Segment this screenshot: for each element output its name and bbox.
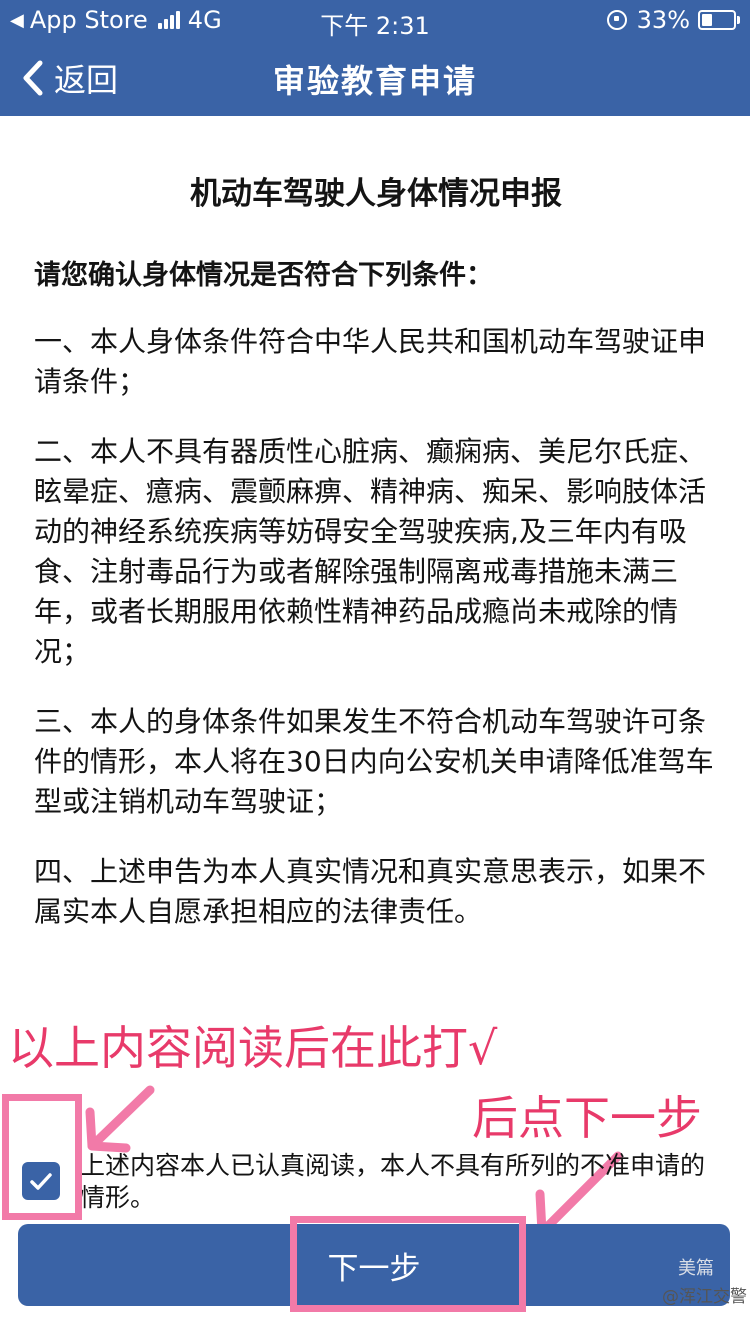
status-left[interactable]: ◀ App Store 4G <box>10 6 222 34</box>
clause-1: 一、本人身体条件符合中华人民共和国机动车驾驶证申请条件； <box>34 325 707 398</box>
next-hint-annotation: 后点下一步 <box>472 1091 702 1145</box>
clause-2: 二、本人不具有器质性心脏病、癫痫病、美尼尔氏症、眩晕症、癔病、震颤麻痹、精神病、… <box>34 435 707 668</box>
battery-percent: 33% <box>636 6 690 34</box>
nav-bar: 返回 审验教育申请 <box>0 40 750 116</box>
agreement-text[interactable]: 上述内容本人已认真阅读，本人不具有所列的不准申请的情形。 <box>80 1150 720 1214</box>
clause-3: 三、本人的身体条件如果发生不符合机动车驾驶许可条件的情形，本人将在30日内向公安… <box>34 705 714 818</box>
back-button[interactable]: 返回 <box>22 54 118 102</box>
back-to-app-label: App Store <box>29 6 148 34</box>
status-right: 33% <box>606 6 740 34</box>
network-type: 4G <box>187 6 222 34</box>
watermark-brand: 美篇 <box>678 1258 714 1279</box>
next-button-highlight-box <box>290 1216 526 1312</box>
top-bar: ◀ App Store 4G 下午 2:31 33% 返回 审验教育申请 <box>0 0 750 116</box>
document-intro: 请您确认身体情况是否符合下列条件： <box>34 260 493 291</box>
chevron-left-icon <box>23 60 43 96</box>
orientation-lock-icon <box>606 10 627 30</box>
agreement-row: 上述内容本人已认真阅读，本人不具有所列的不准申请的情形。 <box>18 1150 718 1220</box>
battery-icon <box>698 10 740 30</box>
clause-4: 四、上述申告为本人真实情况和真实意思表示，如果不属实本人自愿承担相应的法律责任。 <box>34 855 707 928</box>
back-button-label: 返回 <box>54 61 119 99</box>
battery-fill <box>702 14 712 26</box>
checkbox-highlight-box <box>2 1094 82 1220</box>
check-hint-annotation: 以上内容阅读后在此打√ <box>8 1021 498 1075</box>
arrow-to-checkbox-icon <box>85 1085 155 1153</box>
status-bar: ◀ App Store 4G 下午 2:31 33% <box>0 0 750 40</box>
back-to-app-icon: ◀ <box>10 9 24 31</box>
watermark-account: @浑江交警 <box>662 1287 747 1307</box>
cellular-signal-icon <box>157 11 182 29</box>
declaration-document: 机动车驾驶人身体情况申报 请您确认身体情况是否符合下列条件： 一、本人身体条件符… <box>34 168 718 962</box>
document-title: 机动车驾驶人身体情况申报 <box>190 176 562 212</box>
